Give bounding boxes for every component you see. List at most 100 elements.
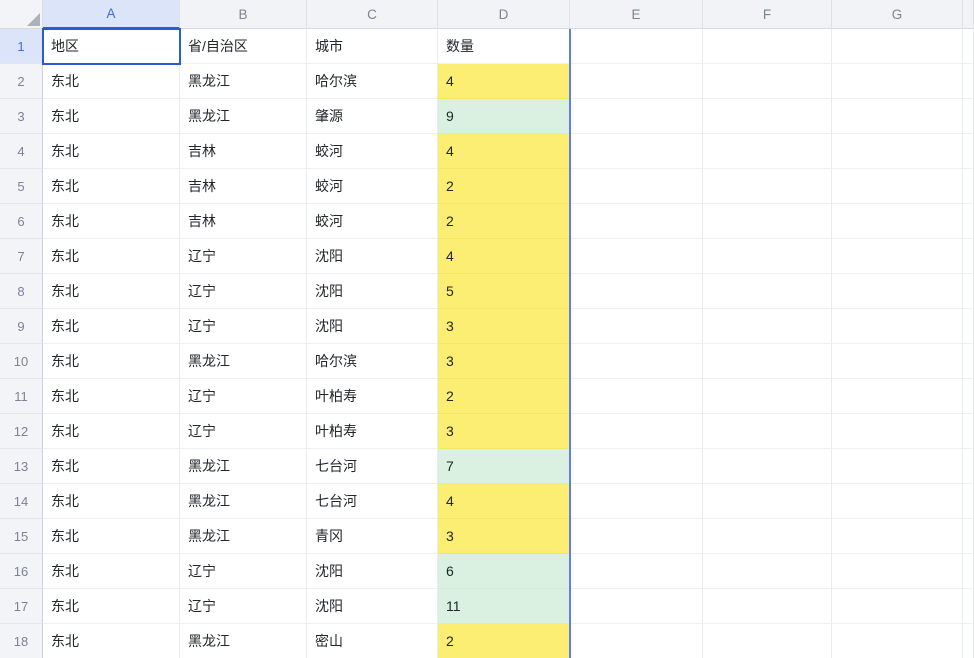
cell-F17[interactable] bbox=[703, 589, 832, 624]
cell-D3[interactable]: 9 bbox=[438, 99, 570, 134]
cell-A1[interactable]: 地区 bbox=[43, 29, 180, 64]
row-header-15[interactable]: 15 bbox=[0, 519, 43, 554]
row-header-3[interactable]: 3 bbox=[0, 99, 43, 134]
cell-E11[interactable] bbox=[570, 379, 703, 414]
cell-F11[interactable] bbox=[703, 379, 832, 414]
cell-F12[interactable] bbox=[703, 414, 832, 449]
cell-F18[interactable] bbox=[703, 624, 832, 658]
column-header-A[interactable]: A bbox=[43, 0, 180, 29]
cell-H10[interactable] bbox=[963, 344, 974, 379]
cell-G4[interactable] bbox=[832, 134, 963, 169]
cell-B8[interactable]: 辽宁 bbox=[180, 274, 307, 309]
cell-E5[interactable] bbox=[570, 169, 703, 204]
cell-D16[interactable]: 6 bbox=[438, 554, 570, 589]
cell-H5[interactable] bbox=[963, 169, 974, 204]
cell-C11[interactable]: 叶柏寿 bbox=[307, 379, 438, 414]
cell-E2[interactable] bbox=[570, 64, 703, 99]
cell-C12[interactable]: 叶柏寿 bbox=[307, 414, 438, 449]
cell-F2[interactable] bbox=[703, 64, 832, 99]
cell-C7[interactable]: 沈阳 bbox=[307, 239, 438, 274]
cell-B4[interactable]: 吉林 bbox=[180, 134, 307, 169]
cell-C15[interactable]: 青冈 bbox=[307, 519, 438, 554]
cell-D12[interactable]: 3 bbox=[438, 414, 570, 449]
row-header-16[interactable]: 16 bbox=[0, 554, 43, 589]
cell-E6[interactable] bbox=[570, 204, 703, 239]
cell-C5[interactable]: 蛟河 bbox=[307, 169, 438, 204]
cell-D14[interactable]: 4 bbox=[438, 484, 570, 519]
cell-H15[interactable] bbox=[963, 519, 974, 554]
cell-F14[interactable] bbox=[703, 484, 832, 519]
cell-A7[interactable]: 东北 bbox=[43, 239, 180, 274]
row-header-9[interactable]: 9 bbox=[0, 309, 43, 344]
cell-G5[interactable] bbox=[832, 169, 963, 204]
cell-H9[interactable] bbox=[963, 309, 974, 344]
cell-C10[interactable]: 哈尔滨 bbox=[307, 344, 438, 379]
cell-F7[interactable] bbox=[703, 239, 832, 274]
cell-D10[interactable]: 3 bbox=[438, 344, 570, 379]
cell-E12[interactable] bbox=[570, 414, 703, 449]
cell-D11[interactable]: 2 bbox=[438, 379, 570, 414]
row-header-11[interactable]: 11 bbox=[0, 379, 43, 414]
cell-F15[interactable] bbox=[703, 519, 832, 554]
row-header-14[interactable]: 14 bbox=[0, 484, 43, 519]
cell-C8[interactable]: 沈阳 bbox=[307, 274, 438, 309]
cell-A11[interactable]: 东北 bbox=[43, 379, 180, 414]
cell-B9[interactable]: 辽宁 bbox=[180, 309, 307, 344]
cell-G1[interactable] bbox=[832, 29, 963, 64]
row-header-8[interactable]: 8 bbox=[0, 274, 43, 309]
cell-C2[interactable]: 哈尔滨 bbox=[307, 64, 438, 99]
cell-A5[interactable]: 东北 bbox=[43, 169, 180, 204]
cell-A2[interactable]: 东北 bbox=[43, 64, 180, 99]
cell-F8[interactable] bbox=[703, 274, 832, 309]
cell-H13[interactable] bbox=[963, 449, 974, 484]
cell-B12[interactable]: 辽宁 bbox=[180, 414, 307, 449]
column-header-D[interactable]: D bbox=[438, 0, 570, 29]
cell-B17[interactable]: 辽宁 bbox=[180, 589, 307, 624]
row-header-7[interactable]: 7 bbox=[0, 239, 43, 274]
cell-H16[interactable] bbox=[963, 554, 974, 589]
cell-F4[interactable] bbox=[703, 134, 832, 169]
cell-H1[interactable] bbox=[963, 29, 974, 64]
column-header-G[interactable]: G bbox=[832, 0, 963, 29]
cell-E17[interactable] bbox=[570, 589, 703, 624]
cell-F3[interactable] bbox=[703, 99, 832, 134]
row-header-10[interactable]: 10 bbox=[0, 344, 43, 379]
cell-G2[interactable] bbox=[832, 64, 963, 99]
cell-F1[interactable] bbox=[703, 29, 832, 64]
cell-A18[interactable]: 东北 bbox=[43, 624, 180, 658]
cell-C4[interactable]: 蛟河 bbox=[307, 134, 438, 169]
cell-D6[interactable]: 2 bbox=[438, 204, 570, 239]
cell-H2[interactable] bbox=[963, 64, 974, 99]
cell-D1[interactable]: 数量 bbox=[438, 29, 570, 64]
cell-F16[interactable] bbox=[703, 554, 832, 589]
cell-G18[interactable] bbox=[832, 624, 963, 658]
cell-C6[interactable]: 蛟河 bbox=[307, 204, 438, 239]
cell-A3[interactable]: 东北 bbox=[43, 99, 180, 134]
cell-G12[interactable] bbox=[832, 414, 963, 449]
cell-A4[interactable]: 东北 bbox=[43, 134, 180, 169]
cell-D8[interactable]: 5 bbox=[438, 274, 570, 309]
cell-D13[interactable]: 7 bbox=[438, 449, 570, 484]
cell-B2[interactable]: 黑龙江 bbox=[180, 64, 307, 99]
cell-H17[interactable] bbox=[963, 589, 974, 624]
cell-D15[interactable]: 3 bbox=[438, 519, 570, 554]
cell-B11[interactable]: 辽宁 bbox=[180, 379, 307, 414]
cell-G11[interactable] bbox=[832, 379, 963, 414]
column-header-E[interactable]: E bbox=[570, 0, 703, 29]
cell-H7[interactable] bbox=[963, 239, 974, 274]
cell-D5[interactable]: 2 bbox=[438, 169, 570, 204]
cell-G3[interactable] bbox=[832, 99, 963, 134]
column-header-F[interactable]: F bbox=[703, 0, 832, 29]
cell-C18[interactable]: 密山 bbox=[307, 624, 438, 658]
cell-B16[interactable]: 辽宁 bbox=[180, 554, 307, 589]
cell-D7[interactable]: 4 bbox=[438, 239, 570, 274]
cell-B7[interactable]: 辽宁 bbox=[180, 239, 307, 274]
cell-D4[interactable]: 4 bbox=[438, 134, 570, 169]
cell-C1[interactable]: 城市 bbox=[307, 29, 438, 64]
select-all-corner[interactable] bbox=[0, 0, 43, 29]
cell-B18[interactable]: 黑龙江 bbox=[180, 624, 307, 658]
cell-C9[interactable]: 沈阳 bbox=[307, 309, 438, 344]
cell-B1[interactable]: 省/自治区 bbox=[180, 29, 307, 64]
row-header-4[interactable]: 4 bbox=[0, 134, 43, 169]
row-header-12[interactable]: 12 bbox=[0, 414, 43, 449]
